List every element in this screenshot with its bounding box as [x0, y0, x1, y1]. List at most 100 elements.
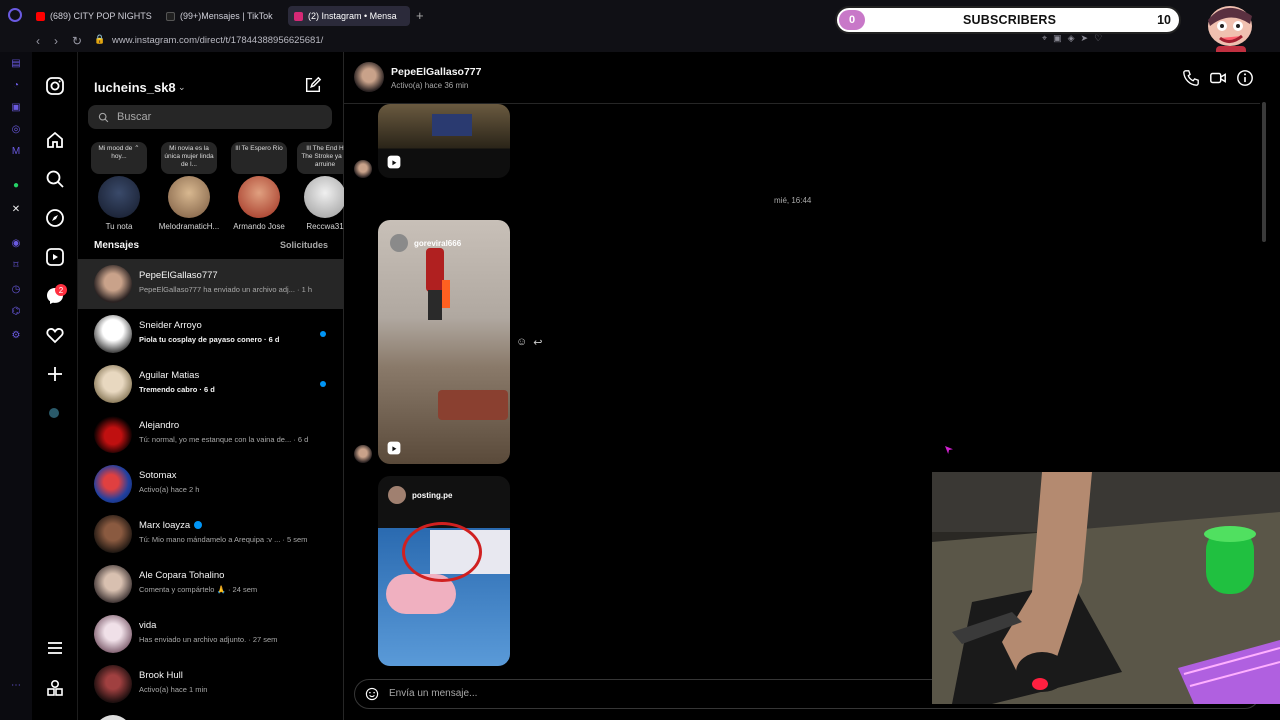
requests-link[interactable]: Solicitudes [280, 240, 328, 250]
conversation-item[interactable]: Brook Hull Activo(a) hace 1 min [78, 659, 344, 709]
heart-outline-icon[interactable]: ♡ [1094, 33, 1102, 44]
conversation-name: Ale Copara Tohalino [139, 570, 225, 581]
chat-contact-name[interactable]: PepeElGallaso777 [391, 66, 481, 78]
tab-youtube[interactable]: (689) CITY POP NIGHTS – [36, 6, 152, 26]
conversation-item[interactable]: Ale Copara Tohalino Comenta y compártelo… [78, 559, 344, 609]
reload-icon[interactable]: ↻ [72, 34, 82, 48]
translate-icon[interactable]: ◈ [1068, 33, 1075, 44]
new-message-icon[interactable] [304, 76, 322, 94]
emoji-icon[interactable] [365, 687, 379, 701]
settings-icon[interactable]: ⚙ [10, 330, 22, 342]
clock-icon[interactable]: ◷ [10, 284, 22, 296]
note-bubble: Mi mood de ⌃ hoy... [91, 142, 147, 174]
streamer-cartoon-avatar [1196, 2, 1256, 58]
extension-icons: ⌖ ▣ ◈ ➤ ♡ [1042, 33, 1102, 44]
back-icon[interactable]: ‹ [36, 34, 40, 48]
conversation-item[interactable]: Sneider Arroyo Piola tu cosplay de payas… [78, 309, 344, 359]
avatar [94, 415, 132, 453]
note-item[interactable]: Ill Te Espero Río Armando Jose [228, 142, 290, 231]
messenger-icon[interactable]: ◎ [10, 124, 22, 136]
menu-icon[interactable] [45, 638, 65, 658]
post-image [378, 522, 510, 666]
chat-scrollbar[interactable] [1262, 102, 1266, 242]
conversation-item[interactable]: Aguilar Matias Tremendo cabro · 6 d [78, 359, 344, 409]
note-item[interactable]: Mi mood de ⌃ hoy... Tu nota [88, 142, 150, 231]
search-icon[interactable] [45, 169, 65, 189]
avatar[interactable] [354, 62, 384, 92]
note-item[interactable]: Ill The End H The Stroke ya la arruine R… [294, 142, 344, 231]
subscribers-overlay: 0 SUBSCRIBERS 10 [835, 6, 1181, 34]
forward-icon[interactable]: › [54, 34, 58, 48]
conversation-preview: Activo(a) hace 2 h [139, 485, 200, 494]
shared-reel-thumbnail[interactable]: goreviral666 [378, 220, 510, 464]
note-bubble: Ill Te Espero Río [231, 142, 287, 174]
whatsapp-icon[interactable]: ● [10, 180, 22, 192]
note-item[interactable]: Mi novia es la única mujer linda de l...… [158, 142, 220, 231]
conversation-preview: PepeElGallaso777 ha enviado un archivo a… [139, 285, 313, 294]
more-icon[interactable]: ⋯ [10, 680, 22, 692]
chevron-down-icon[interactable]: ⌄ [178, 82, 186, 93]
extension-icon[interactable]: ⌬ [10, 306, 22, 318]
camera-icon[interactable]: ▣ [1053, 33, 1062, 44]
sender-avatar [354, 445, 372, 463]
mail-icon[interactable]: M [10, 146, 22, 158]
note-bubble: Mi novia es la única mujer linda de l... [161, 142, 217, 174]
conversation-item[interactable]: Sotomax Activo(a) hace 2 h [78, 459, 344, 509]
explore-icon[interactable] [45, 208, 65, 228]
reel-object [438, 390, 508, 420]
avatar [94, 465, 132, 503]
new-tab-button[interactable]: + [416, 8, 424, 23]
subscribers-label: SUBSCRIBERS [963, 13, 1057, 27]
youtube-icon [36, 11, 45, 21]
messages-section-title: Mensajes [94, 240, 140, 251]
reel-flame [442, 280, 450, 308]
tab-tiktok[interactable]: (99+)Mensajes | TikTok [166, 6, 278, 26]
create-plus-icon[interactable] [45, 364, 65, 384]
video-call-icon[interactable] [1209, 69, 1227, 87]
conversation-item[interactable] [78, 709, 344, 720]
account-username[interactable]: lucheins_sk8 [94, 80, 176, 95]
conversation-item[interactable]: vida Has enviado un archivo adjunto. · 2… [78, 609, 344, 659]
conversation-preview: Comenta y compártelo 🙏 · 24 sem [139, 585, 258, 594]
conversation-name: Sotomax [139, 470, 177, 481]
bag-icon[interactable]: ▣ [10, 102, 22, 114]
instagram-logo-icon[interactable] [45, 76, 65, 96]
avatar [390, 234, 408, 252]
reply-icon[interactable]: ↩ [533, 336, 542, 349]
url-field[interactable]: www.instagram.com/direct/t/1784438895662… [112, 35, 323, 46]
music-icon[interactable]: ◉ [10, 238, 22, 250]
reels-icon[interactable] [45, 247, 65, 267]
notifications-heart-icon[interactable] [45, 325, 65, 345]
conversation-item[interactable]: Marx loayza Tú: Mio mano mándamelo a Are… [78, 509, 344, 559]
post-author: posting.pe [388, 486, 452, 504]
browser-logo-icon[interactable] [8, 8, 22, 22]
note-name: Reccwa31 [306, 222, 344, 231]
home-icon[interactable] [45, 130, 65, 150]
pin-icon[interactable]: ⌖ [1042, 33, 1047, 44]
conversation-item[interactable]: PepeElGallaso777 PepeElGallaso777 ha env… [78, 259, 344, 309]
send-icon[interactable]: ➤ [1081, 33, 1089, 44]
conversation-item[interactable]: Alejandro Tú: normal, yo me estanque con… [78, 409, 344, 459]
notes-row: Mi mood de ⌃ hoy... Tu nota Mi novia es … [78, 142, 344, 232]
react-emoji-icon[interactable]: ☺ [516, 336, 527, 349]
reel-author-name: goreviral666 [414, 238, 462, 248]
x-icon[interactable]: ✕ [10, 204, 22, 216]
phone-icon[interactable] [1182, 69, 1200, 87]
unread-dot [320, 381, 326, 387]
history-icon[interactable]: ◔ [10, 80, 22, 92]
message-timestamp: mié, 16:44 [774, 196, 812, 205]
threads-apps-icon[interactable] [45, 678, 65, 698]
bookmark-icon[interactable]: ⌑ [10, 260, 22, 272]
profile-avatar[interactable] [49, 408, 59, 418]
avatar [388, 486, 406, 504]
tab-instagram[interactable]: (2) Instagram • Mensa [288, 6, 410, 26]
notification-badge: 2 [55, 284, 67, 296]
aria-icon[interactable]: ▤ [10, 58, 22, 70]
instagram-icon [294, 11, 303, 21]
chat-header: PepeElGallaso777 Activo(a) hace 36 min [344, 52, 1260, 104]
info-icon[interactable] [1236, 69, 1254, 87]
avatar [94, 315, 132, 353]
post-red-circle [402, 522, 482, 582]
shared-post[interactable]: posting.pe [378, 476, 510, 666]
search-input[interactable]: Buscar [88, 105, 332, 129]
